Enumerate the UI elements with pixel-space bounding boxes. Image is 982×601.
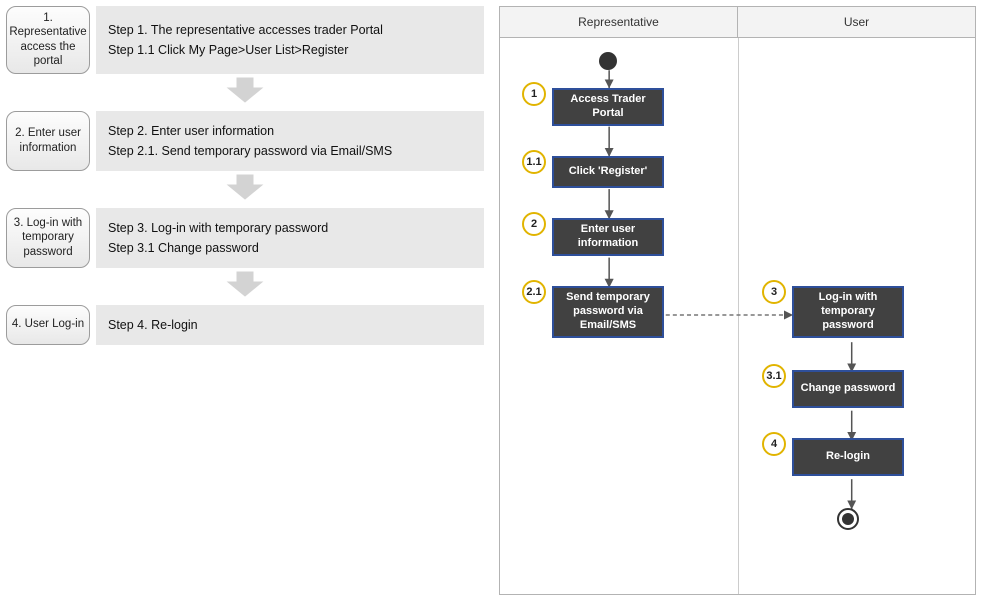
- left-steps-panel: 1. Representative access the portal Step…: [6, 6, 484, 595]
- swimlane-body: Access Trader Portal 1 Click 'Register' …: [500, 38, 975, 594]
- step-desc-line: Step 2.1. Send temporary password via Em…: [108, 141, 472, 161]
- step-desc-line: Step 3.1 Change password: [108, 238, 472, 258]
- step-row-1: 1. Representative access the portal Step…: [6, 6, 484, 74]
- step-tag: 1. Representative access the portal: [6, 6, 90, 74]
- step-row-3: 3. Log-in with temporary password Step 3…: [6, 208, 484, 268]
- step-desc: Step 3. Log-in with temporary password S…: [96, 208, 484, 268]
- step-row-2: 2. Enter user information Step 2. Enter …: [6, 111, 484, 171]
- end-node-icon: [837, 508, 859, 530]
- step-tag: 2. Enter user information: [6, 111, 90, 171]
- activity-change-password: Change password: [792, 370, 904, 408]
- step-desc-line: Step 3. Log-in with temporary password: [108, 218, 472, 238]
- step-row-4: 4. User Log-in Step 4. Re-login: [6, 305, 484, 345]
- badge-4: 4: [762, 432, 786, 456]
- step-tag: 4. User Log-in: [6, 305, 90, 345]
- badge-3: 3: [762, 280, 786, 304]
- step-desc-line: Step 1.1 Click My Page>User List>Registe…: [108, 40, 472, 60]
- swimlane-header: Representative User: [500, 7, 975, 38]
- step-tag: 3. Log-in with temporary password: [6, 208, 90, 268]
- step-desc-line: Step 4. Re-login: [108, 315, 472, 335]
- badge-2: 2: [522, 212, 546, 236]
- activity-access-trader-portal: Access Trader Portal: [552, 88, 664, 126]
- activity-send-temp-password: Send temporary password via Email/SMS: [552, 286, 664, 338]
- lane-header-user: User: [738, 7, 975, 37]
- activity-login-temp-password: Log-in with temporary password: [792, 286, 904, 338]
- step-desc: Step 2. Enter user information Step 2.1.…: [96, 111, 484, 171]
- badge-1: 1: [522, 82, 546, 106]
- down-arrow: [6, 74, 484, 111]
- badge-1-1: 1.1: [522, 150, 546, 174]
- step-desc-line: Step 1. The representative accesses trad…: [108, 20, 472, 40]
- step-desc: Step 4. Re-login: [96, 305, 484, 345]
- step-desc: Step 1. The representative accesses trad…: [96, 6, 484, 74]
- activity-re-login: Re-login: [792, 438, 904, 476]
- swimlane-diagram: Representative User: [499, 6, 976, 595]
- step-desc-line: Step 2. Enter user information: [108, 121, 472, 141]
- badge-2-1: 2.1: [522, 280, 546, 304]
- activity-enter-user-info: Enter user information: [552, 218, 664, 256]
- down-arrow: [6, 171, 484, 208]
- down-arrow: [6, 268, 484, 305]
- lane-header-representative: Representative: [500, 7, 738, 37]
- start-node-icon: [599, 52, 617, 70]
- activity-click-register: Click 'Register': [552, 156, 664, 188]
- badge-3-1: 3.1: [762, 364, 786, 388]
